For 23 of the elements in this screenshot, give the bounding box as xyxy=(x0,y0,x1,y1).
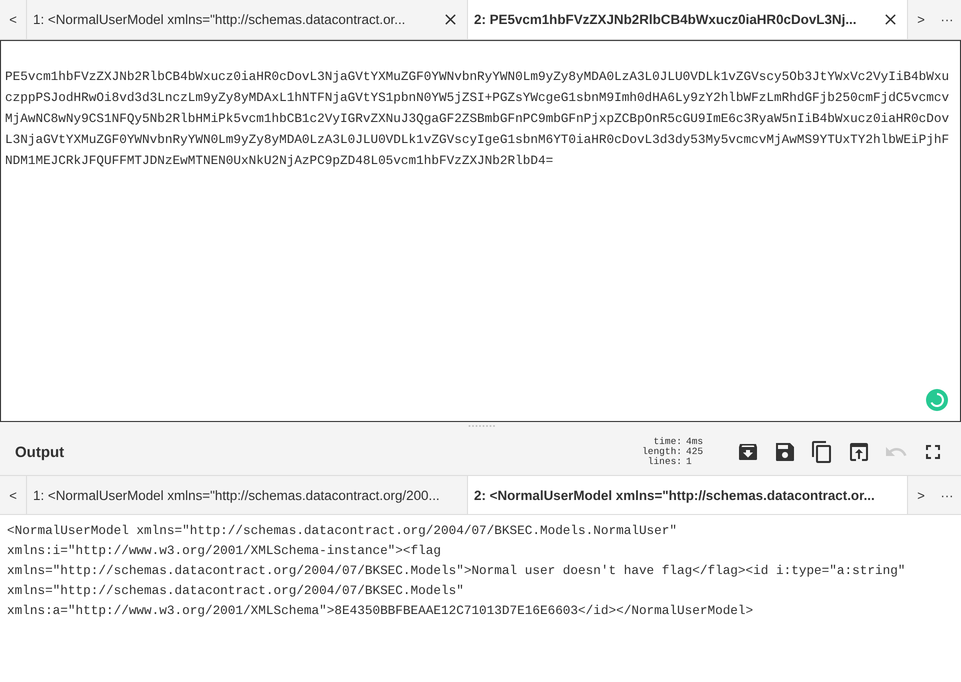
input-tab[interactable]: 2: PE5vcm1hbFVzZXJNb2RlbCB4bWxucz0iaHR0cDovL3Nj... xyxy=(467,0,908,39)
tab-label: 2: PE5vcm1hbFVzZXJNb2RlbCB4bWxucz0iaHR0cDovL3Nj... xyxy=(474,12,858,27)
stat-label: time: xyxy=(653,437,682,447)
save-icon[interactable] xyxy=(773,440,797,464)
copy-icon[interactable] xyxy=(810,440,834,464)
tab-label: 1: <NormalUserModel xmlns="http://schemas.datacontract.org/200... xyxy=(33,488,441,502)
close-icon[interactable] xyxy=(444,13,457,26)
tab-label: 2: <NormalUserModel xmlns="http://schemas.datacontract.or... xyxy=(474,488,876,502)
output-tab[interactable]: 2: <NormalUserModel xmlns="http://schemas.datacontract.or... xyxy=(467,476,908,514)
spinner-icon xyxy=(926,389,948,411)
upload-box-icon[interactable] xyxy=(847,440,871,464)
stat-value: 425 xyxy=(686,447,704,457)
stat-label: length: xyxy=(642,447,682,457)
stat-value: 4ms xyxy=(686,437,704,447)
input-text: PE5vcm1hbFVzZXJNb2RlbCB4bWxucz0iaHR0cDovL3NjaGVtYXMuZGF0YWNvbnRyYWN0Lm9yZy8yMDA0LzA3L0JLU0VDLk1vZGVscy5Ob3JtYWxVc2VyIiB4bWxuczppPSJodHRwOi8vd3d3LnczLm9yZy8yMDAxL1hNTFNjaGVtYS1pbnN0YW5jZSI+PGZsYWcgeG1sbnM9Imh0dHA6Ly9zY2hlbWFzLmRhdGFjb250cmFjdC5vcmcvMjAwNC8wNy9CS1NFQy5Nb2RlbHMiPk5vcm1hbCB1c2VyIGRvZXNuJ3QgaGF2ZSBmbGFnPC9mbGFnPjxpZCBpOnR5cGU9ImE6c3RyaW5nIiB4bWxucz0iaHR0cDovL3NjaGVtYXMuZGF0YWNvbnRyYWN0Lm9yZy8yMDA0LzA3L0JLU0VDLk1vZGVscyIgeG1sbnM6YT0iaHR0cDovL3d3dy53My5vcmcvMjAwMS9YTUxTY2hlbWEiPjhFNDM1MEJCRkJFQUFFMTJDNzEwMTNEN0UxNkU2NjAzPC9pZD48L05vcm1hbFVzZXJNb2RlbD4= xyxy=(5,68,950,170)
output-text: <NormalUserModel xmlns="http://schemas.datacontract.org/2004/07/BKSEC.Models.NormalUser" xmlns:i="http://www.w3.org/2001/XMLSchema-instance"><flag xmlns="http://schemas.datacontract.org/2004/07/BKSEC.Models">Normal user doesn't have flag</flag><id i:type="a:string" xmlns="http://schemas.datacontract.org/2004/07/BKSEC.Models" xmlns:a="http://www.w3.org/2001/XMLSchema">8E4350BBFBEAAE12C71013D7E16E6603</id></NormalUserModel> xyxy=(7,522,906,620)
resize-handle[interactable] xyxy=(466,424,496,428)
close-icon[interactable] xyxy=(884,13,897,26)
tab-label: 1: <NormalUserModel xmlns="http://schemas.datacontract.or... xyxy=(33,12,406,27)
stat-value: 1 xyxy=(686,457,693,467)
input-field[interactable] xyxy=(0,40,961,422)
stat-label: lines: xyxy=(648,457,682,467)
output-title: Output xyxy=(15,444,64,460)
